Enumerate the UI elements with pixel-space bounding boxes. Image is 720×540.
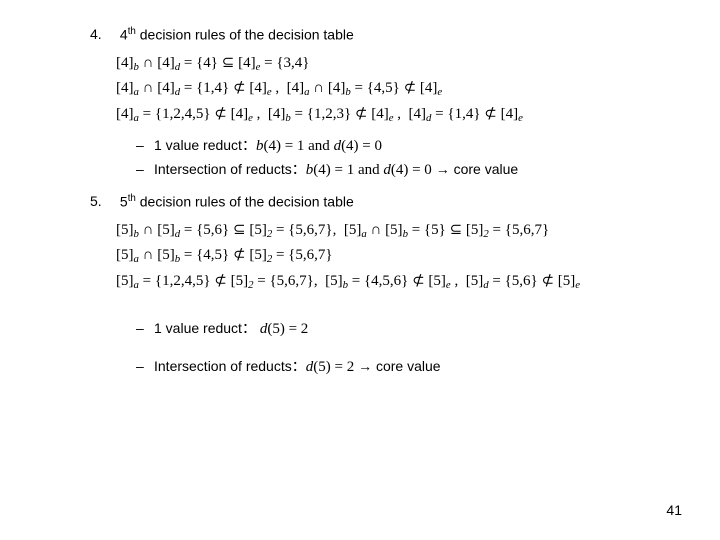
slide: 4. 4th decision rules of the decision ta… xyxy=(0,0,720,540)
bullet-label: Intersection of reducts： xyxy=(154,161,306,177)
item-4: 4. 4th decision rules of the decision ta… xyxy=(90,26,660,179)
item-5-title: 5th decision rules of the decision table xyxy=(120,193,354,210)
dash-icon: – xyxy=(136,358,154,374)
bullet-text: Intersection of reducts：b(4) = 1 and d(4… xyxy=(154,159,518,179)
bullet-math: d(5) = 2 xyxy=(260,321,308,337)
dash-icon: – xyxy=(136,137,154,153)
bullet-label: Intersection of reducts： xyxy=(154,358,306,374)
bullet-label: 1 value reduct： xyxy=(154,320,256,336)
math-line: [4]a = {1,2,4,5} ⊄ [4]e , [4]b = {1,2,3}… xyxy=(116,102,660,128)
bullet-tail: → core value xyxy=(354,358,440,374)
bullet-text: 1 value reduct：b(4) = 1 and d(4) = 0 xyxy=(154,135,382,155)
item-4-title: 4th decision rules of the decision table xyxy=(120,26,354,43)
bullet-text: Intersection of reducts：d(5) = 2 → core … xyxy=(154,356,441,376)
item-5-number: 5. xyxy=(90,193,116,209)
bullet-row: – 1 value reduct： d(5) = 2 xyxy=(136,318,660,338)
item-5-math: [5]b ∩ [5]d = {5,6} ⊆ [5]2 = {5,6,7}, [5… xyxy=(116,218,660,295)
bullet-math: b(4) = 1 and d(4) = 0 xyxy=(256,138,382,154)
item-5-title-rest: decision rules of the decision table xyxy=(136,194,354,210)
math-line: [4]b ∩ [4]d = {4} ⊆ [4]e = {3,4} xyxy=(116,51,660,77)
item-5-title-pre: 5 xyxy=(120,194,128,210)
bullet-row: – 1 value reduct：b(4) = 1 and d(4) = 0 xyxy=(136,135,660,155)
bullet-row: – Intersection of reducts：b(4) = 1 and d… xyxy=(136,159,660,179)
item-5: 5. 5th decision rules of the decision ta… xyxy=(90,193,660,376)
bullet-row: – Intersection of reducts：d(5) = 2 → cor… xyxy=(136,356,660,376)
item-5-title-sup: th xyxy=(128,193,136,204)
math-line: [5]a ∩ [5]b = {4,5} ⊄ [5]2 = {5,6,7} xyxy=(116,243,660,269)
item-4-number: 4. xyxy=(90,26,116,42)
item-4-title-pre: 4 xyxy=(120,27,128,43)
math-line: [5]b ∩ [5]d = {5,6} ⊆ [5]2 = {5,6,7}, [5… xyxy=(116,218,660,244)
item-4-bullets: – 1 value reduct：b(4) = 1 and d(4) = 0 –… xyxy=(136,135,660,179)
dash-icon: – xyxy=(136,320,154,336)
page-number: 41 xyxy=(666,502,682,518)
dash-icon: – xyxy=(136,161,154,177)
math-line: [4]a ∩ [4]d = {1,4} ⊄ [4]e , [4]a ∩ [4]b… xyxy=(116,76,660,102)
bullet-text: 1 value reduct： d(5) = 2 xyxy=(154,318,308,338)
item-5-bullets: – 1 value reduct： d(5) = 2 – Intersectio… xyxy=(136,318,660,376)
bullet-math: d(5) = 2 xyxy=(306,359,354,375)
item-4-math: [4]b ∩ [4]d = {4} ⊆ [4]e = {3,4} [4]a ∩ … xyxy=(116,51,660,128)
bullet-tail: → core value xyxy=(432,161,518,177)
bullet-math: b(4) = 1 and d(4) = 0 xyxy=(306,162,432,178)
item-4-title-sup: th xyxy=(128,26,136,37)
bullet-label: 1 value reduct： xyxy=(154,137,256,153)
item-4-title-rest: decision rules of the decision table xyxy=(136,27,354,43)
math-line: [5]a = {1,2,4,5} ⊄ [5]2 = {5,6,7}, [5]b … xyxy=(116,269,660,295)
